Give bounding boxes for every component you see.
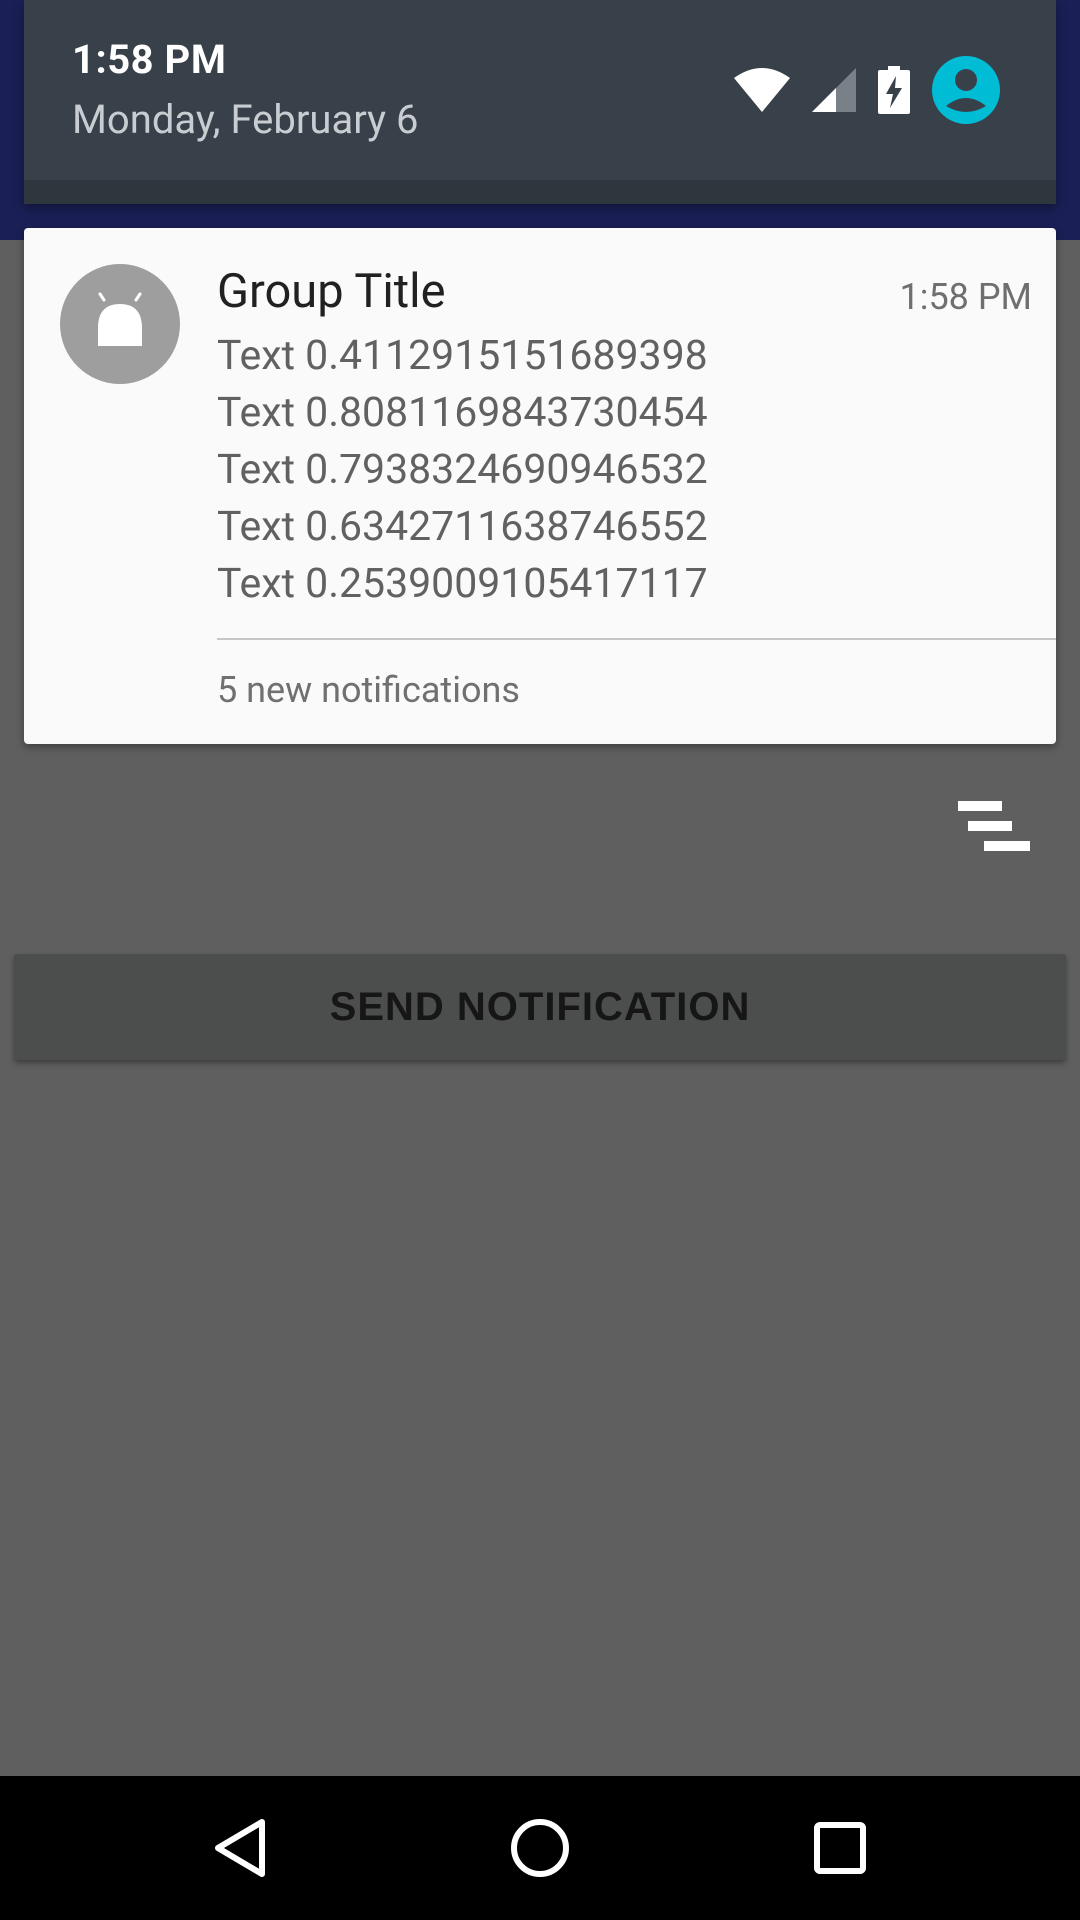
- notification-time: 1:58 PM: [899, 276, 1033, 318]
- navigation-bar: [0, 1776, 1080, 1920]
- battery-charging-icon: [878, 66, 910, 114]
- nav-home-button[interactable]: [480, 1776, 600, 1920]
- status-date: Monday, February 6: [72, 96, 419, 143]
- notification-title: Group Title: [217, 264, 446, 319]
- wifi-icon: [734, 68, 790, 112]
- user-avatar-icon[interactable]: [932, 56, 1000, 124]
- cell-signal-icon: [812, 68, 856, 112]
- notification-line: Text 0.7938324690946532: [217, 446, 708, 494]
- back-icon: [215, 1819, 265, 1877]
- notification-summary: 5 new notifications: [217, 669, 520, 711]
- recents-icon: [814, 1822, 866, 1874]
- send-notification-button[interactable]: SEND NOTIFICATION: [14, 954, 1066, 1060]
- notification-lines: Text 0.4112915151689398 Text 0.808116984…: [217, 328, 708, 613]
- quick-settings-strip: [24, 180, 1056, 204]
- notification-line: Text 0.2539009105417117: [217, 560, 708, 608]
- notification-line: Text 0.6342711638746552: [217, 503, 708, 551]
- nav-recents-button[interactable]: [780, 1776, 900, 1920]
- notification-card[interactable]: Group Title 1:58 PM Text 0.4112915151689…: [24, 228, 1056, 744]
- notification-line: Text 0.8081169843730454: [217, 389, 708, 437]
- quick-settings-header[interactable]: 1:58 PM Monday, February 6: [24, 0, 1056, 204]
- clear-all-icon[interactable]: [958, 801, 1030, 855]
- status-icons: [734, 56, 1000, 124]
- notification-app-icon: [60, 264, 180, 384]
- notification-divider: [217, 638, 1056, 640]
- notification-line: Text 0.4112915151689398: [217, 332, 708, 380]
- status-time: 1:58 PM: [72, 36, 227, 83]
- nav-back-button[interactable]: [180, 1776, 300, 1920]
- home-icon: [511, 1819, 569, 1877]
- android-icon: [98, 292, 142, 346]
